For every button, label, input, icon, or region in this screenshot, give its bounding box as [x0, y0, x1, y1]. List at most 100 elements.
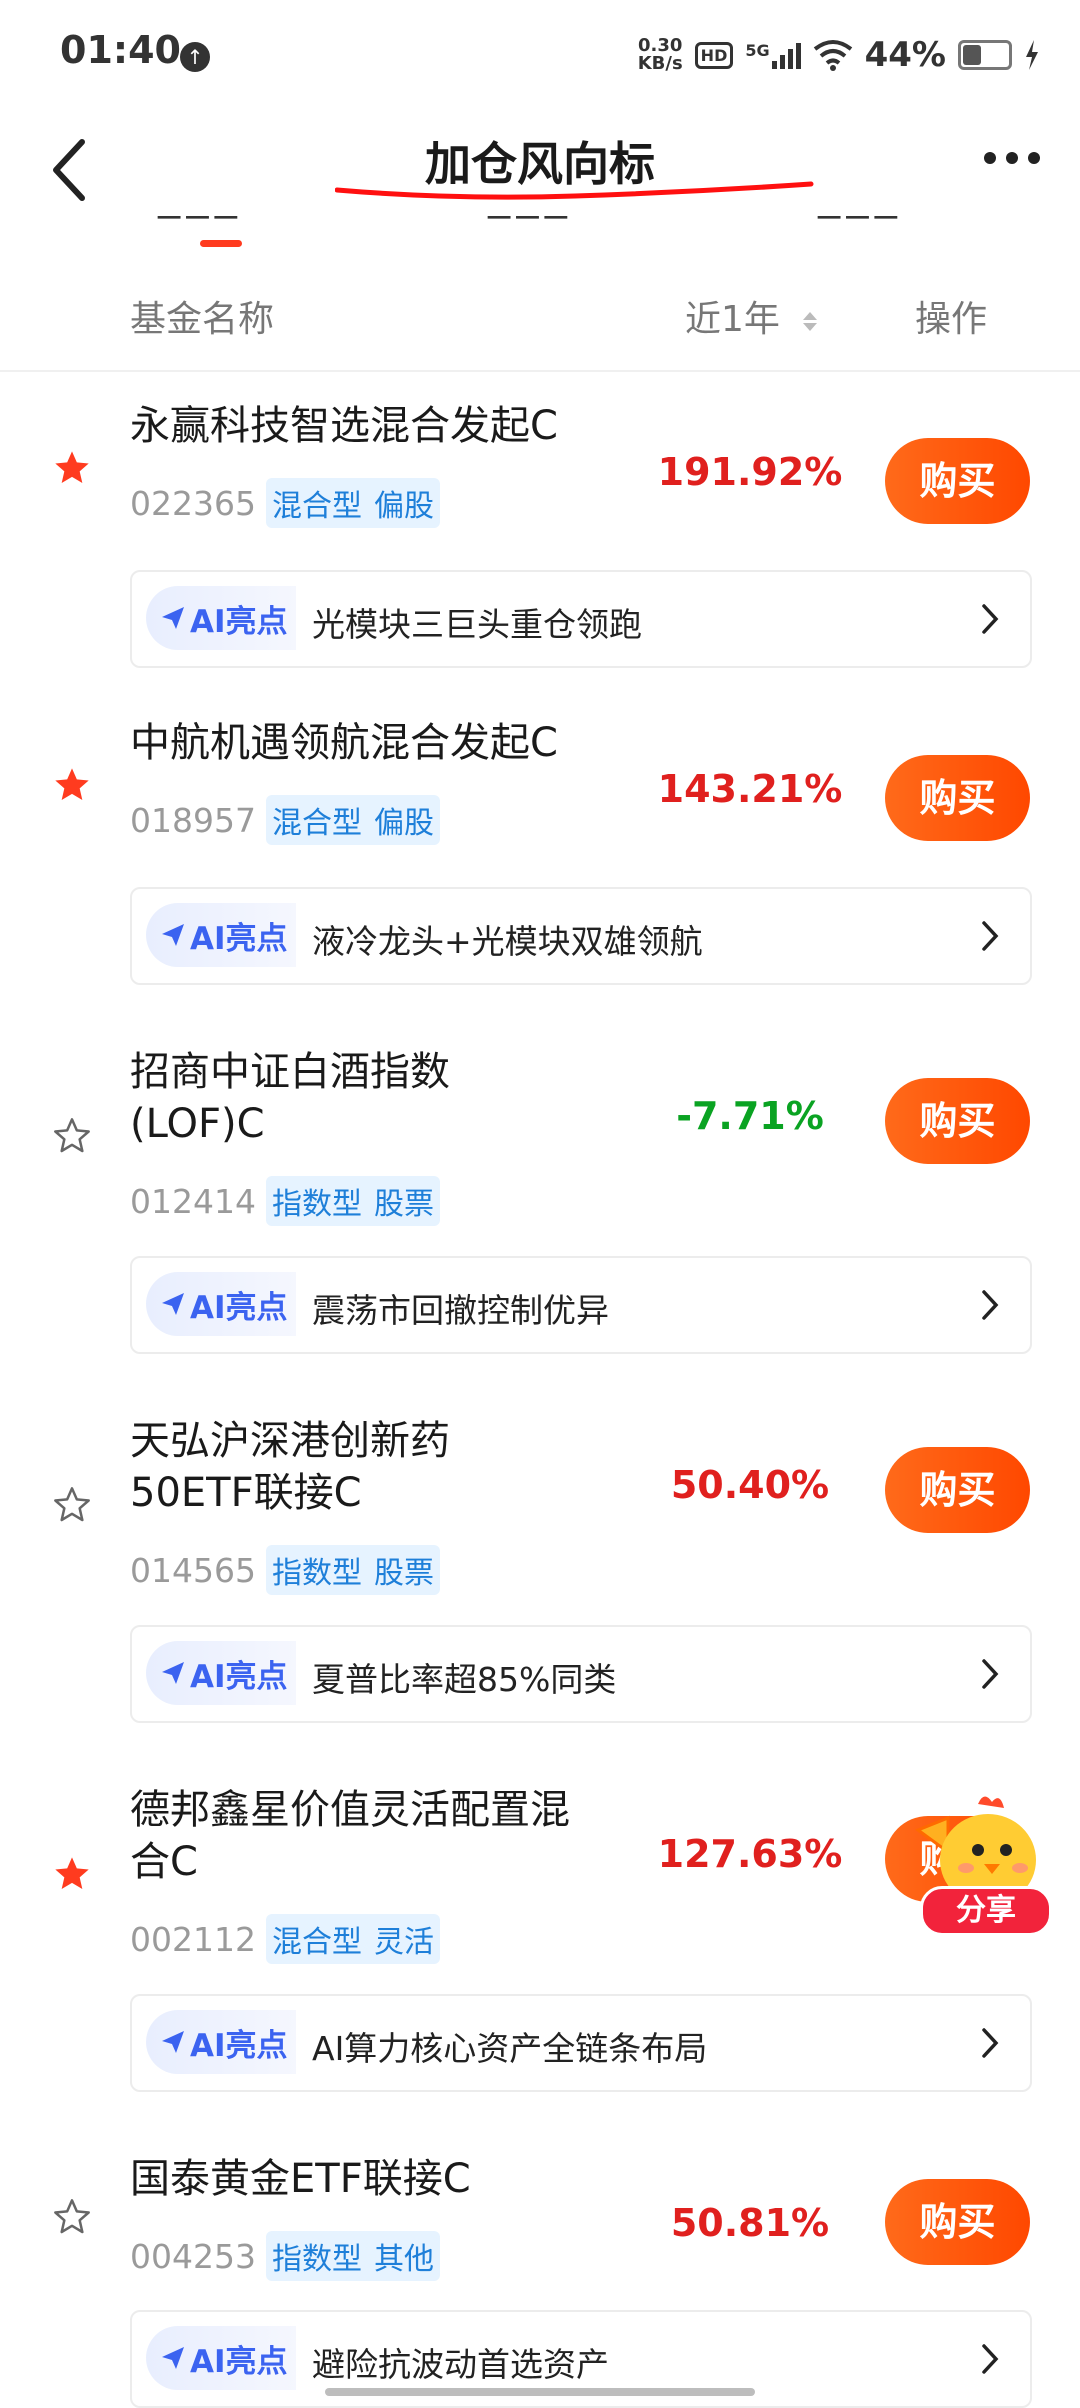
star-outline-icon[interactable]	[52, 1116, 92, 1156]
ai-label: AI亮点	[190, 1289, 288, 1326]
upload-icon: ↑	[180, 42, 210, 72]
tab-remnant-3[interactable]: ▬▬▬	[815, 216, 905, 230]
fund-code: 022365	[130, 483, 256, 523]
fund-meta: 022365 混合型 偏股	[130, 478, 440, 528]
fund-style-tag: 灵活	[367, 1914, 440, 1964]
fund-style-tag: 偏股	[367, 478, 440, 528]
ai-label: AI亮点	[190, 920, 288, 957]
fund-code: 004253	[130, 2236, 256, 2276]
fund-code: 018957	[130, 800, 256, 840]
chevron-right-icon	[982, 921, 999, 951]
ai-spark-icon	[162, 1662, 184, 1684]
speed-unit: KB/s	[637, 53, 683, 74]
ai-highlight-card[interactable]: AI亮点 液冷龙头+光模块双雄领航	[130, 887, 1032, 985]
buy-button[interactable]: 购买	[885, 1078, 1030, 1164]
chevron-right-icon	[982, 2028, 999, 2058]
star-filled-icon[interactable]	[52, 1854, 92, 1894]
share-badge: 分享	[920, 1886, 1052, 1936]
fund-name[interactable]: 德邦鑫星价值灵活配置混合C	[130, 1784, 580, 1888]
fund-code: 014565	[130, 1550, 256, 1590]
ai-label: AI亮点	[190, 603, 288, 640]
ai-badge: AI亮点	[146, 1641, 296, 1705]
buy-button[interactable]: 购买	[885, 2179, 1030, 2265]
share-floating-button[interactable]: 分享	[908, 1790, 1058, 1940]
chevron-right-icon	[982, 1659, 999, 1689]
network-type: 5G	[745, 41, 770, 60]
ai-badge: AI亮点	[146, 2326, 296, 2390]
header-return-label: 近1年	[685, 299, 780, 340]
fund-type-tag: 混合型	[265, 478, 368, 528]
ai-highlight-card[interactable]: AI亮点 光模块三巨头重仓领跑	[130, 570, 1032, 668]
battery-icon	[958, 40, 1012, 70]
chevron-right-icon	[982, 1290, 999, 1320]
chevron-right-icon	[982, 604, 999, 634]
ai-highlight-text: 夏普比率超85%同类	[312, 1660, 617, 1699]
fund-meta: 012414 指数型 股票	[130, 1176, 440, 1226]
fund-name[interactable]: 永赢科技智选混合发起C	[130, 400, 630, 452]
ai-highlight-card[interactable]: AI亮点 AI算力核心资产全链条布局	[130, 1994, 1032, 2092]
wifi-icon	[813, 40, 852, 71]
ai-label: AI亮点	[190, 1658, 288, 1695]
charging-icon	[1026, 40, 1038, 70]
status-bar: 01:40 ↑ 0.30 KB/s HD 5G 44%	[0, 0, 1080, 110]
ai-spark-icon	[162, 924, 184, 946]
ai-badge: AI亮点	[146, 586, 296, 650]
fund-name[interactable]: 天弘沪深港创新药50ETF联接C	[130, 1415, 490, 1519]
header-return-sort[interactable]: 近1年	[685, 290, 818, 342]
ai-highlight-text: 避险抗波动首选资产	[312, 2345, 609, 2384]
buy-button[interactable]: 购买	[885, 1447, 1030, 1533]
hd-icon: HD	[694, 41, 734, 69]
fund-style-tag: 股票	[367, 1545, 440, 1595]
fund-name[interactable]: 招商中证白酒指数(LOF)C	[130, 1046, 490, 1150]
status-time: 01:40	[60, 28, 181, 72]
signal-icon: 5G	[745, 41, 801, 69]
sort-icon	[803, 311, 818, 331]
nav-bar: 加仓风向标	[0, 110, 1080, 220]
fund-style-tag: 股票	[367, 1176, 440, 1226]
tab-remnant-2[interactable]: ▬▬▬	[485, 216, 575, 230]
battery-percent: 44%	[864, 35, 946, 75]
ai-badge: AI亮点	[146, 1272, 296, 1336]
ai-spark-icon	[162, 2031, 184, 2053]
fund-meta: 002112 混合型 灵活	[130, 1914, 440, 1964]
ai-label: AI亮点	[190, 2027, 288, 2064]
fund-name[interactable]: 国泰黄金ETF联接C	[130, 2153, 630, 2205]
ai-spark-icon	[162, 1293, 184, 1315]
status-icons: 0.30 KB/s HD 5G 44%	[638, 30, 1040, 80]
header-fund-name: 基金名称	[130, 299, 275, 340]
ai-highlight-text: 光模块三巨头重仓领跑	[312, 605, 642, 644]
tab-remnant-1[interactable]: ▬▬▬	[155, 216, 245, 230]
fund-return: -7.71%	[676, 1094, 824, 1138]
buy-button[interactable]: 购买	[885, 438, 1030, 524]
ai-spark-icon	[162, 607, 184, 629]
ai-highlight-text: 液冷龙头+光模块双雄领航	[312, 922, 703, 961]
fund-return: 50.81%	[670, 2201, 830, 2245]
ai-highlight-card[interactable]: AI亮点 震荡市回撤控制优异	[130, 1256, 1032, 1354]
star-filled-icon[interactable]	[52, 765, 92, 805]
chevron-right-icon	[982, 2344, 999, 2374]
ai-highlight-card[interactable]: AI亮点 夏普比率超85%同类	[130, 1625, 1032, 1723]
star-filled-icon[interactable]	[52, 448, 92, 488]
fund-meta: 004253 指数型 其他	[130, 2231, 440, 2281]
fund-style-tag: 偏股	[367, 795, 440, 845]
fund-name[interactable]: 中航机遇领航混合发起C	[130, 717, 630, 769]
fund-code: 012414	[130, 1181, 256, 1221]
tab-indicator	[200, 240, 242, 247]
fund-type-tag: 混合型	[265, 1914, 368, 1964]
fund-meta: 014565 指数型 股票	[130, 1545, 440, 1595]
star-outline-icon[interactable]	[52, 1485, 92, 1525]
more-dots-icon[interactable]	[984, 152, 1040, 164]
home-indicator[interactable]	[325, 2388, 755, 2396]
ai-highlight-text: AI算力核心资产全链条布局	[312, 2029, 708, 2068]
fund-return: 50.40%	[670, 1463, 830, 1507]
fund-type-tag: 指数型	[265, 1176, 368, 1226]
ai-label: AI亮点	[190, 2343, 288, 2380]
fund-return: 191.92%	[657, 450, 843, 494]
fund-type-tag: 指数型	[265, 1545, 368, 1595]
buy-button[interactable]: 购买	[885, 755, 1030, 841]
star-outline-icon[interactable]	[52, 2197, 92, 2237]
table-header: 基金名称 近1年 操作	[0, 270, 1080, 372]
fund-type-tag: 指数型	[265, 2231, 368, 2281]
ai-badge: AI亮点	[146, 2010, 296, 2074]
fund-style-tag: 其他	[367, 2231, 440, 2281]
